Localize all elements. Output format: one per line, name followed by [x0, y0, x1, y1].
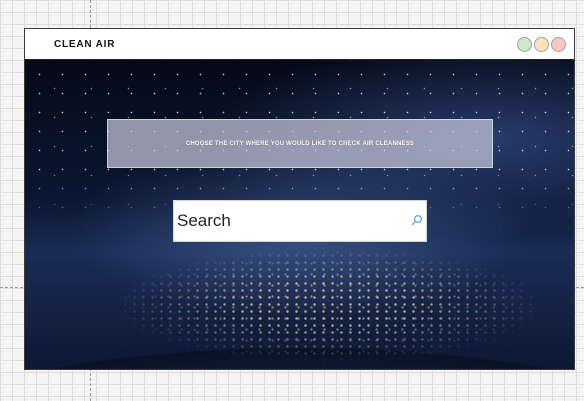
search-input[interactable]: [174, 201, 402, 241]
title-bar: CLEAN AIR: [25, 29, 574, 60]
instruction-text: CHOOSE THE CITY WHERE YOU WOULD LIKE TO …: [185, 140, 415, 147]
search-box[interactable]: [173, 200, 427, 242]
instruction-banner: CHOOSE THE CITY WHERE YOU WOULD LIKE TO …: [107, 119, 493, 168]
app-window: CLEAN AIR CHOOSE THE CITY WHERE YOU WOUL…: [24, 28, 575, 370]
window-close-button[interactable]: [551, 37, 566, 52]
earth-night-background: CHOOSE THE CITY WHERE YOU WOULD LIKE TO …: [25, 60, 574, 369]
city-lights: [65, 235, 545, 369]
window-minimize-button[interactable]: [517, 37, 532, 52]
app-title: CLEAN AIR: [54, 39, 116, 50]
window-controls: [517, 37, 566, 52]
search-icon[interactable]: [411, 214, 423, 226]
window-maximize-button[interactable]: [534, 37, 549, 52]
